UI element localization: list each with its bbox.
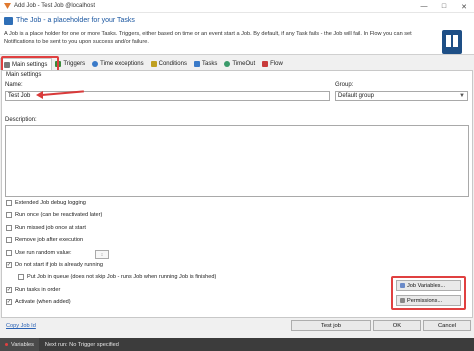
checkbox[interactable] <box>6 237 12 243</box>
checkbox[interactable] <box>6 225 12 231</box>
dialog-footer: Copy Job Id Test job OK Cancel <box>0 318 474 333</box>
tab-label: Time exceptions <box>100 61 144 67</box>
tab-label: Conditions <box>158 61 187 67</box>
add-job-window: Add Job - Test Job @localhost — □ ✕ The … <box>0 0 474 351</box>
option-label: Put Job in queue (does not skip Job - ru… <box>27 274 217 280</box>
header-description: A Job is a place holder for one or more … <box>4 31 412 45</box>
option-label: Run once (can be reactivated later) <box>15 212 103 218</box>
option-remove-job[interactable]: Remove job after execution <box>6 237 83 243</box>
option-run-tasks-in-order[interactable]: ✓ Run tasks in order <box>6 287 60 293</box>
group-select-value: Default group <box>338 93 375 99</box>
conditions-icon <box>150 61 157 67</box>
tab-tasks[interactable]: Tasks <box>191 58 221 70</box>
tab-flow[interactable]: Flow <box>259 58 287 70</box>
checkbox[interactable] <box>6 250 12 256</box>
variables-icon <box>5 343 8 346</box>
maximize-button[interactable]: □ <box>434 0 454 13</box>
flow-icon <box>262 61 269 67</box>
checkbox[interactable] <box>6 200 12 206</box>
ok-button[interactable]: OK <box>373 320 421 331</box>
tasks-icon <box>193 61 200 67</box>
tab-label: TimeOut <box>232 61 256 67</box>
option-run-once[interactable]: Run once (can be reactivated later) <box>6 212 102 218</box>
title-bar: Add Job - Test Job @localhost — □ ✕ <box>0 0 474 13</box>
buttons-highlight-box <box>391 276 466 310</box>
option-activate[interactable]: ✓ Activate (when added) <box>6 299 71 305</box>
option-use-random-value[interactable]: Use run random value: <box>6 250 72 256</box>
checkbox[interactable] <box>18 274 24 280</box>
header-title: The Job - a placeholder for your Tasks <box>16 17 135 24</box>
option-put-job-in-queue[interactable]: Put Job in queue (does not skip Job - ru… <box>18 274 216 280</box>
cancel-button[interactable]: Cancel <box>423 320 471 331</box>
option-label: Run tasks in order <box>15 287 61 293</box>
option-label: Do not start if job is already running <box>15 262 103 268</box>
checkbox[interactable]: ✓ <box>6 287 12 293</box>
tab-label: Triggers <box>63 61 86 67</box>
name-label: Name: <box>5 82 23 88</box>
chevron-down-icon: ▼ <box>459 93 465 99</box>
job-icon <box>4 17 13 25</box>
tab-conditions[interactable]: Conditions <box>148 58 191 70</box>
tab-label: Tasks <box>201 61 218 67</box>
tab-timeout[interactable]: TimeOut <box>221 58 259 70</box>
description-field[interactable] <box>5 125 469 197</box>
minimize-button[interactable]: — <box>414 0 434 13</box>
variables-label: Variables <box>11 341 34 348</box>
timeout-icon <box>224 61 231 67</box>
next-run-text: Next run: No Trigger specified <box>44 341 119 348</box>
checkbox[interactable]: ✓ <box>6 262 12 268</box>
option-run-missed-job[interactable]: Run missed job once at start <box>6 225 86 231</box>
copy-job-id-link[interactable]: Copy Job Id <box>6 323 36 329</box>
checkbox[interactable]: ✓ <box>6 299 12 305</box>
option-label: Remove job after execution <box>15 237 84 243</box>
dialog-header: The Job - a placeholder for your Tasks A… <box>0 13 474 55</box>
groupbox-title: Main settings <box>6 72 42 78</box>
description-label: Description: <box>5 117 37 123</box>
option-label: Activate (when added) <box>15 299 71 305</box>
clock-icon <box>92 61 99 67</box>
test-job-button[interactable]: Test job <box>291 320 371 331</box>
option-do-not-start-if-running[interactable]: ✓ Do not start if job is already running <box>6 262 103 268</box>
option-label: Use run random value: <box>15 250 72 256</box>
option-label: Run missed job once at start <box>15 225 86 231</box>
close-button[interactable]: ✕ <box>454 0 474 13</box>
option-label: Extended Job debug logging <box>15 200 86 206</box>
tab-time-exceptions[interactable]: Time exceptions <box>89 58 147 70</box>
book-icon <box>442 30 462 54</box>
checkbox[interactable] <box>6 212 12 218</box>
status-bar: Variables Next run: No Trigger specified <box>0 338 474 351</box>
group-select[interactable]: Default group ▼ <box>335 91 468 101</box>
random-value-stepper[interactable]: ↕ <box>95 250 109 259</box>
tab-label: Flow <box>270 61 283 67</box>
app-icon <box>4 3 11 9</box>
tab-strip: Main settings Triggers Time exceptions C… <box>0 58 474 70</box>
option-extended-debug-logging[interactable]: Extended Job debug logging <box>6 200 86 206</box>
variables-tab[interactable]: Variables <box>0 338 39 351</box>
group-label: Group: <box>335 82 354 88</box>
window-title: Add Job - Test Job @localhost <box>14 3 96 9</box>
